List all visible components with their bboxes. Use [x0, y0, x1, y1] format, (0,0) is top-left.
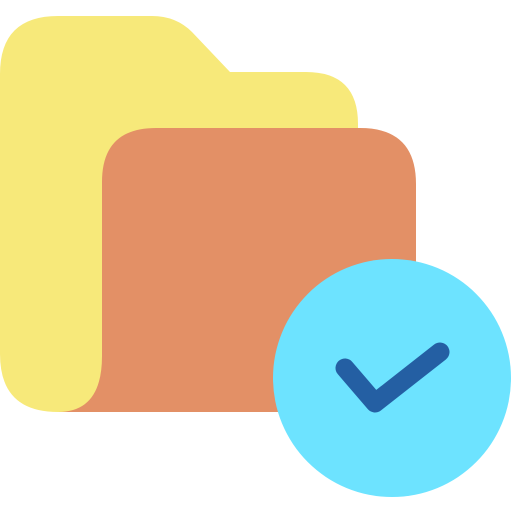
folder-check-svg: [0, 16, 511, 497]
folder-check-icon: [0, 0, 512, 512]
